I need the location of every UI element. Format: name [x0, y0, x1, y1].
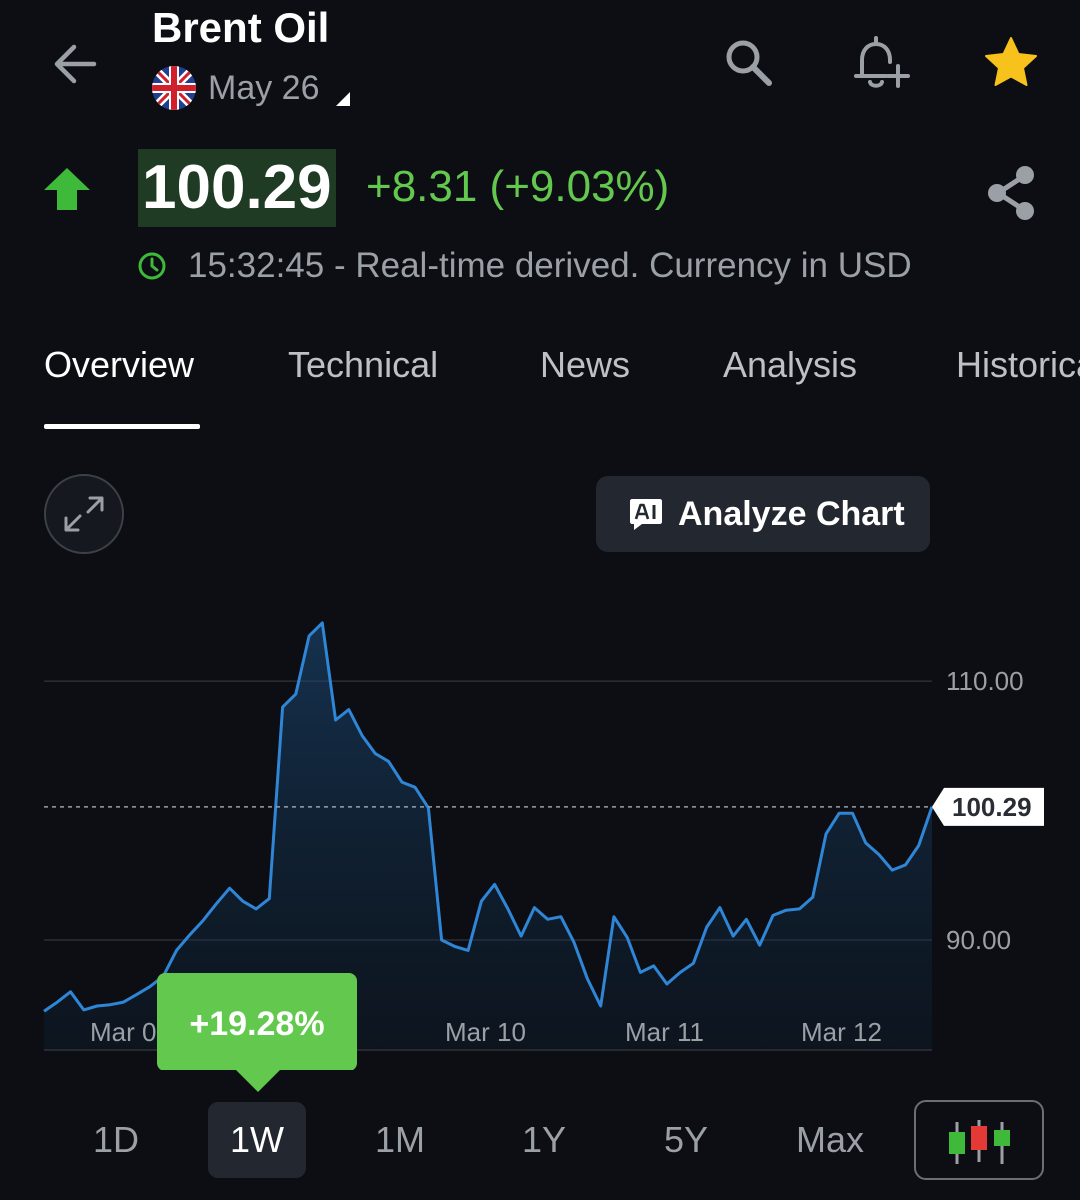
range-1w-button[interactable]: 1W [208, 1102, 306, 1178]
price-chart[interactable]: 100.29 110.0090.00 Mar 09 Mar 10 Mar 11 Mar… [0, 590, 1080, 1070]
analyze-chart-button[interactable]: Analyze Chart [596, 476, 930, 552]
expand-icon [64, 496, 104, 532]
contract-selector[interactable]: May 26 [152, 66, 350, 110]
arrow-left-icon [54, 44, 97, 84]
range-5y-button[interactable]: 5Y [636, 1102, 736, 1178]
contract-label: May 26 [208, 68, 320, 107]
back-button[interactable] [48, 36, 104, 92]
range-1m-button[interactable]: 1M [350, 1102, 450, 1178]
arrow-up-icon [44, 168, 90, 210]
status-text: 15:32:45 - Real-time derived. Currency i… [188, 246, 912, 285]
range-1y-button[interactable]: 1Y [494, 1102, 594, 1178]
add-alert-button[interactable] [848, 32, 912, 92]
tab-news[interactable]: News [540, 344, 630, 386]
instrument-title: Brent Oil [152, 4, 330, 51]
candlestick-icon [949, 1120, 1010, 1164]
range-1d-button[interactable]: 1D [66, 1102, 166, 1178]
x-tick-label: Mar 12 [801, 1017, 882, 1047]
time-range-bar: 1D 1W 1M 1Y 5Y Max [0, 1070, 1080, 1184]
search-button[interactable] [720, 34, 776, 90]
dropdown-caret-icon [335, 92, 350, 106]
range-max-button[interactable]: Max [780, 1102, 880, 1178]
period-change-label: +19.28% [189, 1005, 324, 1043]
tab-technical[interactable]: Technical [288, 344, 438, 386]
y-tick-label: 110.00 [946, 666, 1024, 696]
chart-type-button[interactable] [914, 1100, 1044, 1180]
tab-overview[interactable]: Overview [44, 344, 194, 386]
x-tick-label: Mar 10 [445, 1017, 526, 1047]
quote-row: 100.29 +8.31 (+9.03%) [0, 140, 1080, 240]
price-change: +8.31 (+9.03%) [366, 162, 670, 211]
y-tick-label: 90.00 [946, 925, 1011, 955]
share-button[interactable] [984, 164, 1040, 222]
uk-flag-icon [152, 66, 196, 110]
tab-historical[interactable]: Historical [956, 344, 1080, 386]
analyze-chart-label: Analyze Chart [678, 494, 905, 533]
share-icon [988, 166, 1034, 220]
clock-icon [138, 252, 166, 280]
quote-status: 15:32:45 - Real-time derived. Currency i… [136, 246, 912, 286]
bell-plus-icon [854, 36, 910, 88]
last-price-tick-label: 100.29 [952, 792, 1032, 822]
active-tab-indicator [44, 424, 200, 429]
expand-chart-button[interactable] [44, 474, 124, 554]
last-price: 100.29 [138, 149, 336, 227]
x-tick-label: Mar 11 [625, 1017, 704, 1047]
tab-bar: Overview Technical News Analysis Histori… [0, 330, 1080, 430]
ai-chat-icon [630, 499, 662, 530]
badge-pointer [236, 1070, 280, 1092]
top-bar: Brent Oil May 26 [0, 0, 1080, 130]
star-icon [985, 37, 1037, 86]
search-icon [726, 40, 772, 86]
last-price-marker: 100.29 [932, 787, 1044, 826]
period-change-badge: +19.28% [157, 973, 357, 1070]
tab-analysis[interactable]: Analysis [723, 344, 857, 386]
watchlist-star-button[interactable] [980, 34, 1042, 92]
